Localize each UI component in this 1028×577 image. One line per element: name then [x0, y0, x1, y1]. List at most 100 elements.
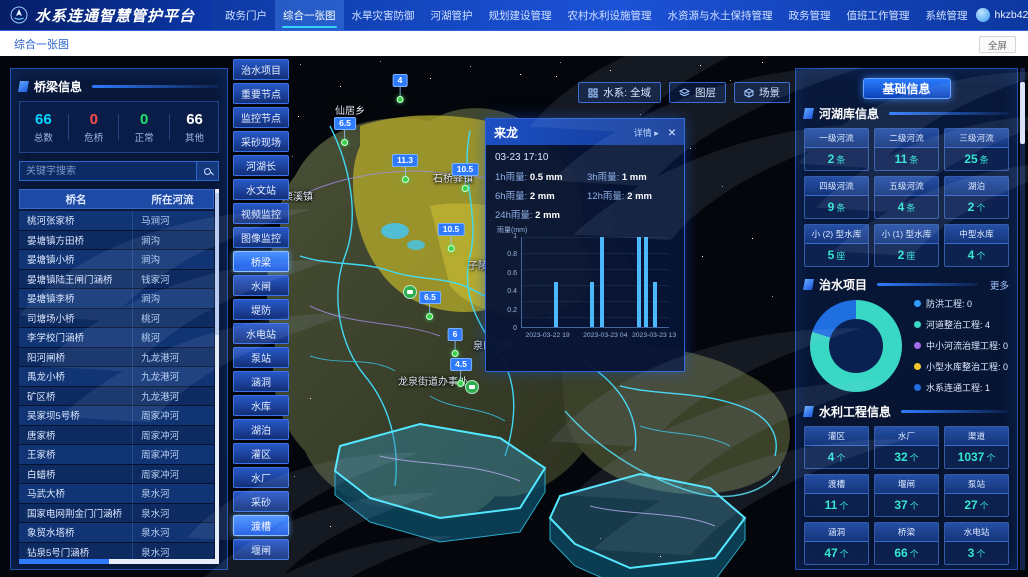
- fullscreen-button[interactable]: 全屏: [979, 36, 1016, 53]
- table-row[interactable]: 阳河闸桥九龙港河: [19, 348, 214, 368]
- more-link[interactable]: 更多: [990, 278, 1009, 292]
- info-cell-小 (1) 型水库[interactable]: 小 (1) 型水库2座: [874, 224, 939, 267]
- layer-menu-item-水闸[interactable]: 水闸: [233, 275, 289, 296]
- layer-menu-item-灌区[interactable]: 灌区: [233, 443, 289, 464]
- table-row[interactable]: 司塘场小桥桃河: [19, 309, 214, 329]
- layers-button[interactable]: 图层: [669, 82, 726, 103]
- table-row[interactable]: 马武大桥泉水河: [19, 484, 214, 504]
- station-marker[interactable]: 4: [393, 74, 408, 103]
- station-marker[interactable]: 10.5: [452, 163, 479, 192]
- nav-tab-河湖管护[interactable]: 河湖管护: [423, 0, 481, 30]
- info-cell-小 (2) 型水库[interactable]: 小 (2) 型水库5座: [804, 224, 869, 267]
- rain-metric-1h雨量: 1h雨量: 0.5 mm: [495, 169, 583, 183]
- info-cell-水厂[interactable]: 水厂32个: [874, 426, 939, 469]
- table-horizontal-scrollbar[interactable]: [19, 559, 219, 564]
- table-row[interactable]: 桃河张家桥马涧河: [19, 211, 214, 231]
- close-icon[interactable]: ×: [668, 125, 676, 139]
- station-marker[interactable]: 6.5: [334, 117, 356, 146]
- layer-menu-item-水文站[interactable]: 水文站: [233, 179, 289, 200]
- table-row[interactable]: 象贸水塔桥泉水河: [19, 523, 214, 543]
- basic-info-button[interactable]: 基础信息: [863, 78, 951, 99]
- table-row[interactable]: 白蜡桥周家冲河: [19, 465, 214, 485]
- layer-menu-item-堤防[interactable]: 堤防: [233, 299, 289, 320]
- layer-menu-item-桥梁[interactable]: 桥梁: [233, 251, 289, 272]
- search-button[interactable]: [197, 161, 219, 181]
- scrollbar-thumb[interactable]: [19, 559, 109, 564]
- camera-marker-icon[interactable]: [403, 285, 417, 299]
- layer-menu-item-水电站[interactable]: 水电站: [233, 323, 289, 344]
- details-link[interactable]: 详情 ▸: [634, 126, 659, 139]
- station-marker[interactable]: 11.3: [392, 154, 418, 183]
- layer-menu-item-图像监控[interactable]: 图像监控: [233, 227, 289, 248]
- scene-button[interactable]: 场景: [734, 82, 790, 103]
- info-cell-桥梁[interactable]: 桥梁66个: [874, 522, 939, 565]
- scrollbar-thumb[interactable]: [215, 193, 219, 335]
- camera-marker-icon[interactable]: [465, 380, 479, 394]
- marker-stem: [404, 167, 405, 176]
- layer-menu-item-视频监控[interactable]: 视频监控: [233, 203, 289, 224]
- table-row[interactable]: 晏塘镇小桥涧沟: [19, 250, 214, 270]
- layer-menu-item-治水项目[interactable]: 治水项目: [233, 59, 289, 80]
- layer-menu-item-堰闸[interactable]: 堰闸: [233, 539, 289, 560]
- nav-tab-水资源与水土保持管理[interactable]: 水资源与水土保持管理: [660, 0, 781, 30]
- info-cell-二级河流[interactable]: 二级河流11条: [874, 128, 939, 171]
- table-vertical-scrollbar[interactable]: [215, 189, 219, 563]
- info-cell-中型水库[interactable]: 中型水库4个: [944, 224, 1009, 267]
- table-row[interactable]: 国家电网荆金门门涵桥泉水河: [19, 504, 214, 524]
- station-marker[interactable]: 6: [448, 328, 463, 357]
- nav-tab-规划建设管理[interactable]: 规划建设管理: [481, 0, 560, 30]
- station-marker[interactable]: 6.5: [419, 291, 441, 320]
- station-marker[interactable]: 10.5: [438, 223, 465, 252]
- search-input[interactable]: [19, 161, 197, 181]
- info-cell-灌区[interactable]: 灌区4个: [804, 426, 869, 469]
- scrollbar-thumb[interactable]: [1020, 82, 1025, 144]
- layer-menu-item-监控节点[interactable]: 监控节点: [233, 107, 289, 128]
- water-system-scope-button[interactable]: 水系: 全域: [578, 82, 661, 103]
- layer-menu-item-采砂现场[interactable]: 采砂现场: [233, 131, 289, 152]
- info-cell-三级河流[interactable]: 三级河流25条: [944, 128, 1009, 171]
- info-cell-堰闸[interactable]: 堰闸37个: [874, 474, 939, 517]
- layer-menu-item-渡槽[interactable]: 渡槽: [233, 515, 289, 536]
- marker-stem: [399, 87, 400, 96]
- layer-menu-item-水库[interactable]: 水库: [233, 395, 289, 416]
- info-cell-涵洞[interactable]: 涵洞47个: [804, 522, 869, 565]
- nav-tab-综合一张图[interactable]: 综合一张图: [275, 0, 344, 30]
- info-cell-渠道[interactable]: 渠道1037个: [944, 426, 1009, 469]
- nav-tab-水旱灾害防御[interactable]: 水旱灾害防御: [344, 0, 423, 30]
- info-cell-湖泊[interactable]: 湖泊2个: [944, 176, 1009, 219]
- table-row[interactable]: 晏塘镇陆王闸门涵桥钱家河: [19, 270, 214, 290]
- table-row[interactable]: 晏塘镇李桥涧沟: [19, 289, 214, 309]
- layer-menu-item-湖泊[interactable]: 湖泊: [233, 419, 289, 440]
- layer-menu-item-河湖长[interactable]: 河湖长: [233, 155, 289, 176]
- nav-tab-系统管理[interactable]: 系统管理: [918, 0, 976, 30]
- user-menu[interactable]: hkzb42080201 ▾: [976, 8, 1028, 22]
- layer-menu-item-重要节点[interactable]: 重要节点: [233, 83, 289, 104]
- info-cell-一级河流[interactable]: 一级河流2条: [804, 128, 869, 171]
- nav-tab-政务管理[interactable]: 政务管理: [781, 0, 839, 30]
- nav-tab-值班工作管理[interactable]: 值班工作管理: [839, 0, 918, 30]
- page-scrollbar[interactable]: [1020, 68, 1025, 570]
- layer-menu-item-泵站[interactable]: 泵站: [233, 347, 289, 368]
- legend-item-中小河流治理工程: 中小河流治理工程: 0: [914, 339, 1008, 352]
- nav-tab-政务门户[interactable]: 政务门户: [217, 0, 275, 30]
- table-row[interactable]: 唐家桥周家冲河: [19, 426, 214, 446]
- info-cell-水电站[interactable]: 水电站3个: [944, 522, 1009, 565]
- info-cell-五级河流[interactable]: 五级河流4条: [874, 176, 939, 219]
- table-row[interactable]: 晏塘镇方田桥涧沟: [19, 231, 214, 251]
- layer-menu-item-采砂[interactable]: 采砂: [233, 491, 289, 512]
- info-cell-渡槽[interactable]: 渡槽11个: [804, 474, 869, 517]
- legend-label: 河道整治工程: 4: [926, 318, 990, 331]
- nav-tab-农村水利设施管理[interactable]: 农村水利设施管理: [560, 0, 660, 30]
- info-cell-泵站[interactable]: 泵站27个: [944, 474, 1009, 517]
- cell-value: 1037个: [945, 446, 1008, 468]
- layer-menu-item-涵洞[interactable]: 涵洞: [233, 371, 289, 392]
- info-cell-四级河流[interactable]: 四级河流9条: [804, 176, 869, 219]
- table-row[interactable]: 王家桥周家冲河: [19, 445, 214, 465]
- table-row[interactable]: 吴家坝5号桥周家冲河: [19, 406, 214, 426]
- table-row[interactable]: 禹龙小桥九龙港河: [19, 367, 214, 387]
- table-row[interactable]: 李学校门涵桥桃河: [19, 328, 214, 348]
- table-row[interactable]: 矿区桥九龙港河: [19, 387, 214, 407]
- river-cell: 马涧河: [132, 211, 214, 230]
- legend-label: 小型水库整治工程: 0: [926, 360, 1008, 373]
- layer-menu-item-水厂[interactable]: 水厂: [233, 467, 289, 488]
